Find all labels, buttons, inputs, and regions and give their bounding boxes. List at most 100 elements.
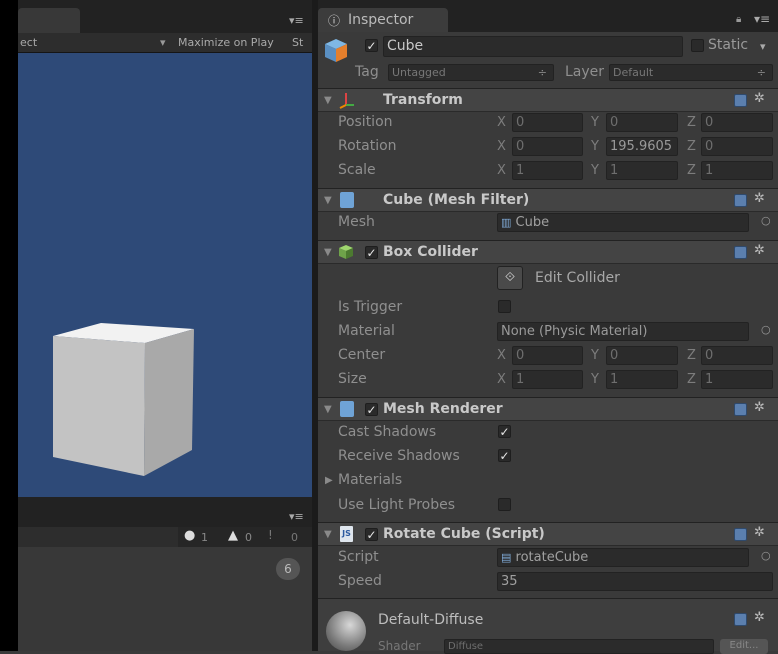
active-checkbox[interactable]: ✓ bbox=[365, 39, 378, 52]
scale-x-field[interactable]: 1 bbox=[512, 161, 583, 180]
lock-icon[interactable]: 🔒︎ bbox=[736, 14, 741, 25]
stats-toggle[interactable]: St bbox=[292, 36, 303, 49]
inspector-menu-icon[interactable]: ▾≡ bbox=[754, 12, 770, 26]
rotation-y-field[interactable]: 195.9605 bbox=[606, 137, 678, 156]
rotation-z-field[interactable]: 0 bbox=[701, 137, 773, 156]
materials-label[interactable]: Materials bbox=[338, 472, 402, 488]
axis-y-label[interactable]: Y bbox=[591, 139, 599, 154]
physic-material-field[interactable]: None (Physic Material) bbox=[497, 322, 749, 341]
axis-y-label[interactable]: Y bbox=[591, 372, 599, 387]
speed-label: Speed bbox=[338, 573, 382, 589]
gear-icon[interactable]: ✲ bbox=[754, 525, 765, 540]
size-label: Size bbox=[338, 371, 367, 387]
help-book-icon[interactable] bbox=[734, 613, 747, 626]
center-z-field[interactable]: 0 bbox=[701, 346, 773, 365]
help-book-icon[interactable] bbox=[734, 246, 747, 259]
axis-y-label[interactable]: Y bbox=[591, 348, 599, 363]
game-tab[interactable] bbox=[18, 8, 80, 33]
position-z-field[interactable]: 0 bbox=[701, 113, 773, 132]
size-z-field[interactable]: 1 bbox=[701, 370, 773, 389]
axis-z-label[interactable]: Z bbox=[687, 139, 696, 154]
tag-dropdown[interactable]: Untagged ÷ bbox=[388, 64, 554, 81]
mesh-label: Mesh bbox=[338, 214, 375, 230]
mesh-renderer-enabled-checkbox[interactable]: ✓ bbox=[365, 403, 378, 416]
speed-field[interactable]: 35 bbox=[497, 572, 773, 591]
gear-icon[interactable]: ✲ bbox=[754, 243, 765, 258]
material-section: Default-Diffuse ✲ Shader Diffuse Edit... bbox=[318, 598, 778, 654]
log-count[interactable]: 0 bbox=[291, 531, 298, 544]
help-book-icon[interactable] bbox=[734, 528, 747, 541]
foldout-triangle-icon[interactable]: ▼ bbox=[324, 247, 332, 258]
box-collider-enabled-checkbox[interactable]: ✓ bbox=[365, 246, 378, 259]
transform-header[interactable]: ▼ Transform ✲ bbox=[318, 88, 778, 112]
axis-x-label[interactable]: X bbox=[497, 139, 506, 154]
edit-collider-button[interactable]: ⟐ bbox=[497, 266, 523, 290]
help-book-icon[interactable] bbox=[734, 194, 747, 207]
error-count[interactable]: 1 bbox=[201, 531, 208, 544]
is-trigger-checkbox[interactable] bbox=[498, 300, 511, 313]
object-picker-icon[interactable]: ○ bbox=[761, 323, 771, 336]
foldout-triangle-icon[interactable]: ▼ bbox=[324, 95, 332, 106]
layer-dropdown[interactable]: Default ÷ bbox=[609, 64, 773, 81]
cube-object-icon bbox=[322, 36, 350, 64]
gear-icon[interactable]: ✲ bbox=[754, 610, 765, 625]
help-book-icon[interactable] bbox=[734, 403, 747, 416]
axis-y-label[interactable]: Y bbox=[591, 163, 599, 178]
axis-x-label[interactable]: X bbox=[497, 163, 506, 178]
left-edge bbox=[0, 0, 18, 651]
materials-foldout-icon[interactable]: ▶ bbox=[325, 475, 333, 486]
axis-y-label[interactable]: Y bbox=[591, 115, 599, 130]
script-field[interactable]: ▤ rotateCube bbox=[497, 548, 749, 567]
edit-shader-button[interactable]: Edit... bbox=[720, 639, 768, 654]
object-name-input[interactable]: Cube bbox=[383, 36, 683, 57]
aspect-dropdown-label[interactable]: ect bbox=[20, 36, 37, 49]
size-x-field[interactable]: 1 bbox=[512, 370, 583, 389]
game-panel-menu-icon[interactable]: ▾≡ bbox=[289, 14, 304, 27]
rotation-x-field[interactable]: 0 bbox=[512, 137, 583, 156]
object-picker-icon[interactable]: ○ bbox=[761, 549, 771, 562]
axis-x-label[interactable]: X bbox=[497, 115, 506, 130]
axis-x-label[interactable]: X bbox=[497, 348, 506, 363]
axis-z-label[interactable]: Z bbox=[687, 372, 696, 387]
mesh-filter-header[interactable]: ▼ Cube (Mesh Filter) ✲ bbox=[318, 188, 778, 212]
gear-icon[interactable]: ✲ bbox=[754, 191, 765, 206]
tab-inspector[interactable]: ⓘ Inspector bbox=[318, 8, 448, 32]
edit-collider-label: Edit Collider bbox=[535, 270, 620, 286]
rotate-cube-header[interactable]: ▼ JS ✓ Rotate Cube (Script) ✲ bbox=[318, 522, 778, 546]
object-picker-icon[interactable]: ○ bbox=[761, 214, 771, 227]
mesh-field[interactable]: ▥ Cube bbox=[497, 213, 749, 232]
rotate-cube-enabled-checkbox[interactable]: ✓ bbox=[365, 528, 378, 541]
light-probes-label: Use Light Probes bbox=[338, 497, 455, 513]
static-checkbox[interactable] bbox=[691, 39, 704, 52]
box-collider-header[interactable]: ▼ ✓ Box Collider ✲ bbox=[318, 240, 778, 264]
help-book-icon[interactable] bbox=[734, 94, 747, 107]
center-y-field[interactable]: 0 bbox=[606, 346, 678, 365]
gear-icon[interactable]: ✲ bbox=[754, 400, 765, 415]
position-x-field[interactable]: 0 bbox=[512, 113, 583, 132]
shader-dropdown[interactable]: Diffuse bbox=[444, 639, 714, 654]
scale-z-field[interactable]: 1 bbox=[701, 161, 773, 180]
gear-icon[interactable]: ✲ bbox=[754, 91, 765, 106]
foldout-triangle-icon[interactable]: ▼ bbox=[324, 195, 332, 206]
foldout-triangle-icon[interactable]: ▼ bbox=[324, 529, 332, 540]
warning-count[interactable]: 0 bbox=[245, 531, 252, 544]
scale-y-field[interactable]: 1 bbox=[606, 161, 678, 180]
foldout-triangle-icon[interactable]: ▼ bbox=[324, 404, 332, 415]
axis-x-label[interactable]: X bbox=[497, 372, 506, 387]
center-x-field[interactable]: 0 bbox=[512, 346, 583, 365]
axis-z-label[interactable]: Z bbox=[687, 163, 696, 178]
console-menu-icon[interactable]: ▾≡ bbox=[289, 510, 304, 523]
maximize-on-play-toggle[interactable]: Maximize on Play bbox=[178, 36, 274, 49]
light-probes-checkbox[interactable] bbox=[498, 498, 511, 511]
is-trigger-label: Is Trigger bbox=[338, 299, 403, 315]
chevron-down-icon[interactable]: ▾ bbox=[760, 40, 766, 53]
console-toolbar: ● 1 ▲ 0 ! 0 bbox=[18, 527, 312, 547]
axis-z-label[interactable]: Z bbox=[687, 348, 696, 363]
position-y-field[interactable]: 0 bbox=[606, 113, 678, 132]
cast-shadows-checkbox[interactable]: ✓ bbox=[498, 425, 511, 438]
game-view[interactable] bbox=[18, 53, 312, 497]
mesh-renderer-header[interactable]: ▼ ✓ Mesh Renderer ✲ bbox=[318, 397, 778, 421]
axis-z-label[interactable]: Z bbox=[687, 115, 696, 130]
receive-shadows-checkbox[interactable]: ✓ bbox=[498, 449, 511, 462]
size-y-field[interactable]: 1 bbox=[606, 370, 678, 389]
